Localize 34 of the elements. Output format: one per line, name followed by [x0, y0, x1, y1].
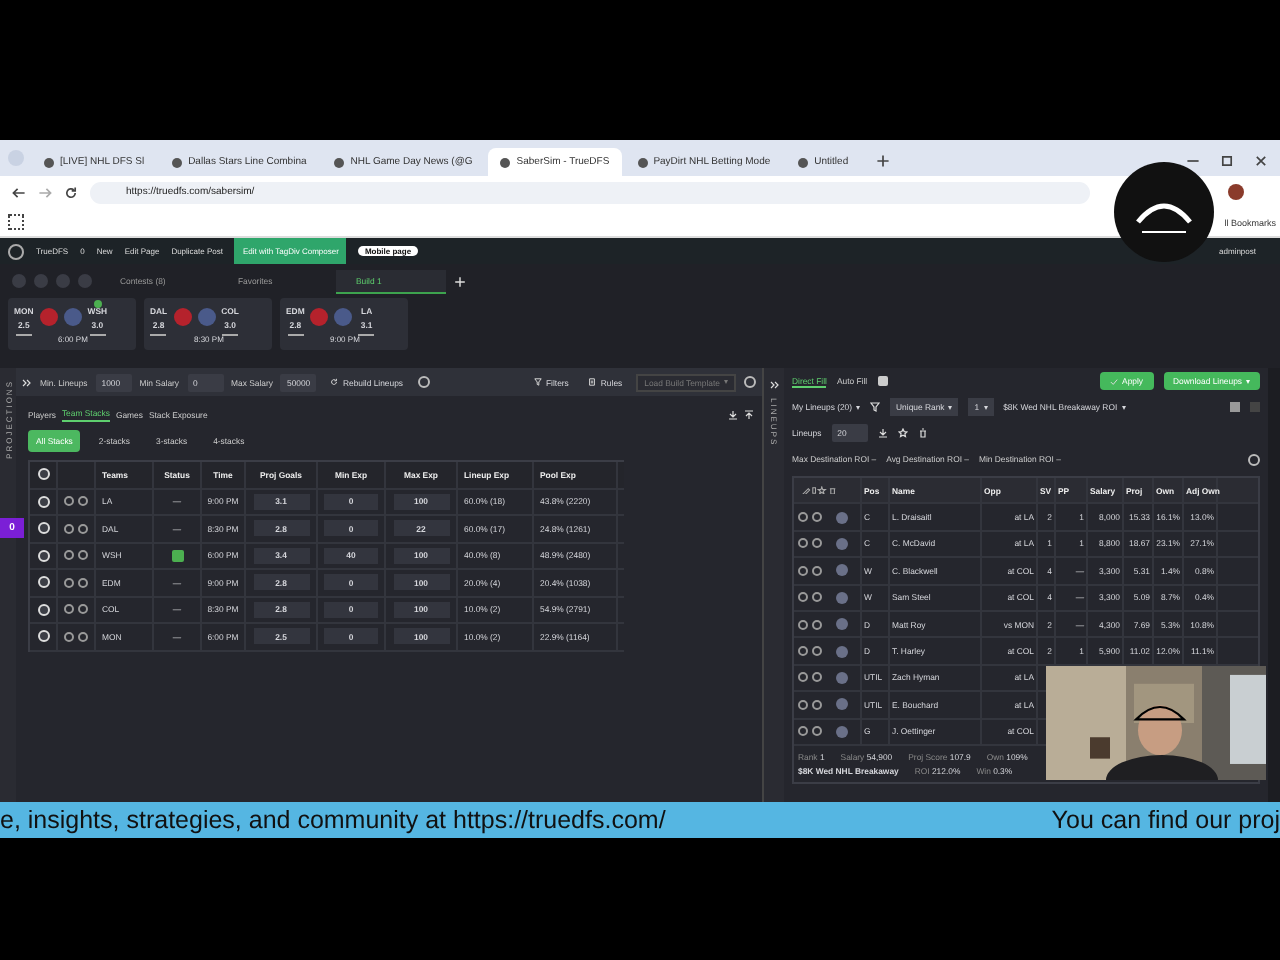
back-icon[interactable] [12, 185, 26, 199]
profile-avatar-icon[interactable] [1228, 184, 1244, 200]
header-icons-drawing [802, 485, 838, 495]
select-all-checkbox[interactable] [37, 468, 49, 481]
ticker-text: e, insights, strategies, and community at https://truedfs.com/ [0, 806, 666, 834]
player-avatar-icon [836, 591, 848, 604]
refresh-icon [330, 378, 339, 386]
minimize-icon[interactable] [1186, 154, 1200, 168]
player-avatar-icon [836, 725, 848, 738]
row-checkbox[interactable] [37, 522, 49, 535]
expand-icon[interactable] [769, 380, 779, 390]
player-avatar-icon [836, 698, 848, 711]
pin-icon[interactable] [744, 410, 754, 420]
download-icon[interactable] [728, 410, 738, 420]
row-checkbox[interactable] [37, 630, 49, 643]
expand-icon[interactable] [22, 377, 32, 387]
download-icon[interactable] [877, 428, 888, 438]
new-tab-icon[interactable] [876, 154, 891, 168]
row-checkbox[interactable] [37, 549, 49, 562]
wordpress-icon[interactable] [8, 243, 24, 259]
row-checkbox[interactable] [37, 576, 49, 589]
add-icon[interactable] [454, 275, 466, 287]
document-icon [588, 378, 597, 386]
row-checkbox[interactable] [37, 495, 49, 508]
maximize-icon[interactable] [1220, 154, 1234, 168]
ticker-text: You can find our proj [1051, 806, 1280, 834]
trash-icon[interactable] [917, 428, 928, 438]
star-icon[interactable] [897, 428, 908, 438]
row-checkbox[interactable] [37, 603, 49, 616]
close-icon[interactable] [1254, 154, 1268, 168]
reload-icon[interactable] [64, 185, 78, 199]
player-avatar-icon [836, 564, 848, 577]
player-avatar-icon [836, 618, 848, 631]
apps-grid-icon[interactable] [8, 214, 24, 230]
